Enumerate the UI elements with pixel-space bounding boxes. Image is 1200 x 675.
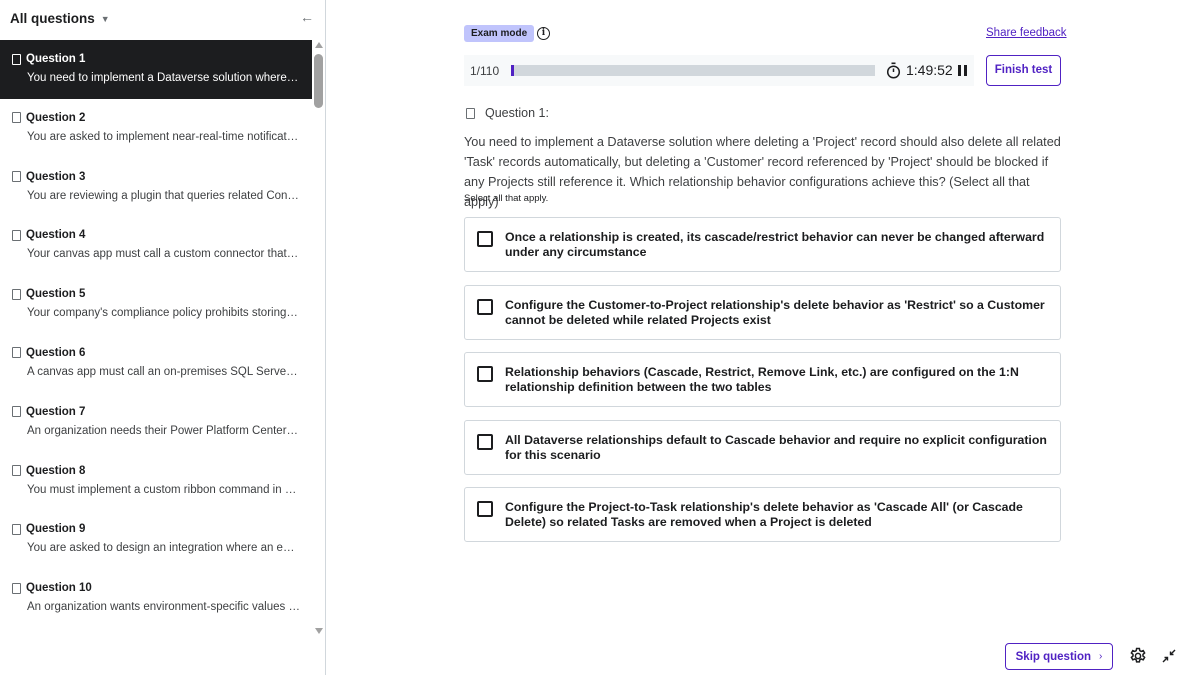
question-label: Question 5 (26, 288, 86, 301)
answer-checkbox[interactable] (477, 366, 493, 382)
progress-panel: 1/110 1:49:52 (464, 55, 974, 86)
gear-icon[interactable] (1129, 647, 1147, 665)
question-label: Question 6 (26, 346, 86, 359)
question-list: Question 1 You need to implement a Datav… (0, 40, 312, 636)
finish-test-button[interactable]: Finish test (986, 55, 1061, 86)
question-preview: You are asked to design an integration w… (27, 542, 300, 555)
question-body: You need to implement a Dataverse soluti… (464, 135, 1061, 209)
arrow-left-icon[interactable]: ← (298, 9, 316, 29)
question-list-item[interactable]: Question 4 Your canvas app must call a c… (0, 216, 312, 275)
question-preview: You need to implement a Dataverse soluti… (27, 72, 300, 84)
scroll-down-icon[interactable] (315, 628, 323, 634)
question-list-item[interactable]: Question 3 You are reviewing a plugin th… (0, 158, 312, 217)
scrollbar-thumb[interactable] (314, 54, 323, 108)
exit-fullscreen-icon[interactable] (1162, 649, 1176, 663)
answer-option[interactable]: Configure the Customer-to-Project relati… (464, 285, 1061, 340)
question-label: Question 7 (26, 405, 86, 418)
question-preview: An organization wants environment-specif… (27, 601, 300, 614)
select-all-hint: Select all that apply. (464, 193, 549, 204)
answer-option[interactable]: Configure the Project-to-Task relationsh… (464, 487, 1061, 542)
question-label: Question 9 (26, 523, 86, 536)
chevron-down-icon: ▼ (100, 13, 110, 24)
question-preview: A canvas app must call an on-premises SQ… (27, 365, 300, 378)
answer-checkbox[interactable] (477, 434, 493, 450)
question-preview: An organization needs their Power Platfo… (27, 424, 300, 437)
bookmark-icon[interactable] (12, 288, 21, 300)
question-list-item[interactable]: Question 9 You are asked to design an in… (0, 510, 312, 569)
answer-text: Relationship behaviors (Cascade, Restric… (505, 365, 1019, 394)
chevron-right-icon: › (1099, 651, 1103, 662)
question-preview: You are asked to implement near-real-tim… (27, 130, 300, 143)
answer-checkbox[interactable] (477, 299, 493, 315)
sidebar-title: All questions (10, 11, 95, 26)
timer-readout: 1:49:52 (906, 62, 953, 78)
answer-option[interactable]: All Dataverse relationships default to C… (464, 420, 1061, 475)
question-list-item[interactable]: Question 5 Your company's compliance pol… (0, 275, 312, 334)
question-label: Question 1 (26, 53, 86, 65)
skip-question-button[interactable]: Skip question › (1005, 643, 1113, 670)
bookmark-icon[interactable] (12, 229, 21, 241)
answer-text: Configure the Customer-to-Project relati… (505, 298, 1045, 327)
question-label: Question 8 (26, 464, 86, 477)
progress-track (511, 65, 875, 76)
question-preview: You must implement a custom ribbon comma… (27, 483, 300, 496)
question-label: Question 4 (26, 229, 86, 242)
answer-checkbox[interactable] (477, 501, 493, 517)
scroll-up-icon[interactable] (315, 42, 323, 48)
bookmark-icon[interactable] (12, 347, 21, 359)
answer-text: All Dataverse relationships default to C… (505, 433, 1047, 462)
sidebar-header: All questions ▼ ← (0, 0, 325, 40)
main-panel: Exam mode i Share feedback 1/110 1:49:52… (326, 0, 1200, 675)
bookmark-icon[interactable] (12, 406, 21, 418)
question-sidebar: All questions ▼ ← Question 1 You need to… (0, 0, 326, 675)
share-feedback-link[interactable]: Share feedback (986, 27, 1067, 39)
bookmark-icon[interactable] (12, 523, 21, 535)
question-label: Question 2 (26, 111, 86, 124)
answer-text: Configure the Project-to-Task relationsh… (505, 500, 1023, 529)
stopwatch-icon (886, 62, 901, 79)
question-preview: Your company's compliance policy prohibi… (27, 307, 300, 320)
question-header: Question 1: (466, 106, 549, 120)
question-list-item[interactable]: Question 10 An organization wants enviro… (0, 569, 312, 628)
bookmark-icon[interactable] (12, 112, 21, 124)
question-list-item[interactable]: Question 8 You must implement a custom r… (0, 452, 312, 511)
answer-text: Once a relationship is created, its casc… (505, 230, 1045, 259)
progress-fill (511, 65, 515, 76)
question-counter: 1/110 (470, 64, 500, 78)
bookmark-icon[interactable] (12, 582, 21, 594)
bookmark-icon[interactable] (466, 107, 475, 119)
skip-question-label: Skip question (1015, 650, 1092, 663)
info-icon[interactable]: i (537, 27, 550, 40)
sidebar-scrollbar[interactable] (313, 40, 325, 636)
question-preview: Your canvas app must call a custom conne… (27, 248, 300, 261)
answer-option[interactable]: Once a relationship is created, its casc… (464, 217, 1061, 272)
question-title: Question 1: (485, 106, 549, 120)
bookmark-icon[interactable] (12, 171, 21, 183)
question-list-item[interactable]: Question 1 You need to implement a Datav… (0, 40, 312, 99)
question-list-item[interactable]: Question 2 You are asked to implement ne… (0, 99, 312, 158)
question-list-item[interactable]: Question 6 A canvas app must call an on-… (0, 334, 312, 393)
question-label: Question 3 (26, 170, 86, 183)
question-label: Question 10 (26, 582, 92, 595)
answer-checkbox[interactable] (477, 231, 493, 247)
all-questions-dropdown[interactable]: All questions ▼ (10, 11, 110, 26)
question-list-item[interactable]: Question 7 An organization needs their P… (0, 393, 312, 452)
question-preview: You are reviewing a plugin that queries … (27, 189, 300, 202)
answer-option[interactable]: Relationship behaviors (Cascade, Restric… (464, 352, 1061, 407)
bookmark-icon[interactable] (12, 465, 21, 477)
pause-icon[interactable] (958, 65, 968, 76)
exam-mode-badge: Exam mode (464, 25, 535, 42)
bookmark-icon[interactable] (12, 53, 21, 65)
